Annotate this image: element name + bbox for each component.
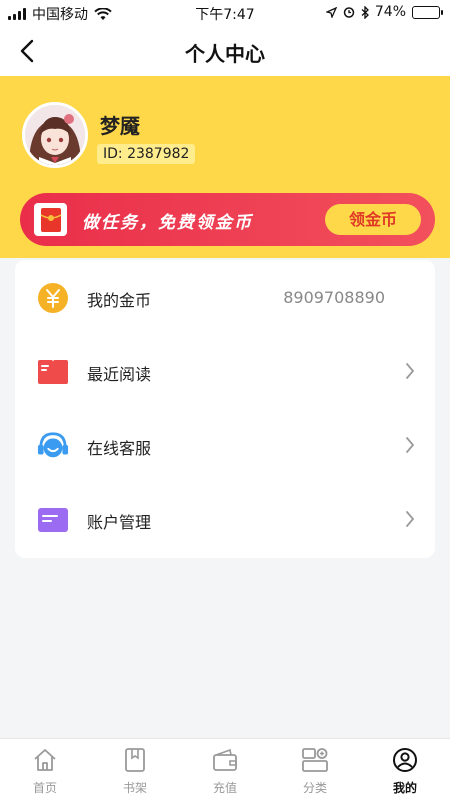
tab-recharge[interactable]: 充值: [180, 739, 270, 800]
chevron-right-icon: [406, 363, 415, 379]
tab-label: 充值: [212, 781, 237, 795]
page-title: 个人中心: [185, 42, 265, 66]
tab-label: 分类: [302, 781, 327, 795]
menu-item-label: 我的金币: [87, 291, 152, 310]
user-id: ID: 2387982: [97, 144, 196, 164]
menu-item-account-management[interactable]: 账户管理: [15, 482, 435, 556]
tab-category[interactable]: 分类: [270, 739, 360, 800]
menu-item-recent-reading[interactable]: 最近阅读: [15, 334, 435, 408]
claim-coins-button[interactable]: 领金币: [325, 204, 421, 235]
task-banner-text: 做任务，免费领金币: [82, 213, 253, 233]
location-icon: [325, 6, 337, 18]
wallet-icon: [212, 747, 238, 773]
bottom-tab-bar: 首页 书架 充值 分类 我的: [0, 738, 450, 800]
menu-item-label: 最近阅读: [87, 365, 152, 384]
card-icon: [37, 504, 69, 536]
status-bar: 中国移动 下午7:47 74%: [0, 0, 450, 26]
chevron-right-icon: [406, 437, 415, 453]
tab-label: 我的: [392, 781, 417, 795]
home-icon: [32, 747, 58, 773]
user-icon: [392, 747, 418, 773]
headset-icon: [37, 430, 69, 462]
bookshelf-icon: [122, 747, 148, 773]
tab-bookshelf[interactable]: 书架: [90, 739, 180, 800]
tab-home[interactable]: 首页: [0, 739, 90, 800]
avatar[interactable]: [22, 102, 88, 168]
category-icon: [302, 747, 328, 773]
tab-label: 首页: [32, 781, 57, 795]
coin-balance: 8909708890: [283, 288, 385, 307]
chevron-right-icon: [406, 511, 415, 527]
tab-label: 书架: [122, 781, 147, 795]
alarm-icon: [343, 7, 355, 18]
menu-item-online-service[interactable]: 在线客服: [15, 408, 435, 482]
nav-bar: 个人中心: [0, 26, 450, 76]
menu-card: 我的金币 8909708890 最近阅读 在线客服 账户管理: [15, 260, 435, 558]
battery-percent: 74%: [374, 4, 406, 20]
coin-icon: [37, 282, 69, 314]
status-right: 74%: [325, 4, 443, 20]
menu-item-my-coins[interactable]: 我的金币 8909708890: [15, 260, 435, 334]
tab-mine[interactable]: 我的: [360, 739, 450, 800]
username: 梦魇: [100, 114, 140, 138]
avatar-image: [25, 105, 85, 165]
task-banner[interactable]: 做任务，免费领金币 领金币: [20, 193, 435, 246]
menu-item-label: 在线客服: [87, 439, 152, 458]
menu-item-label: 账户管理: [87, 513, 152, 532]
battery-icon: [412, 5, 443, 19]
book-icon: [37, 356, 69, 388]
red-envelope-icon: [34, 203, 67, 236]
bluetooth-icon: [361, 5, 369, 19]
